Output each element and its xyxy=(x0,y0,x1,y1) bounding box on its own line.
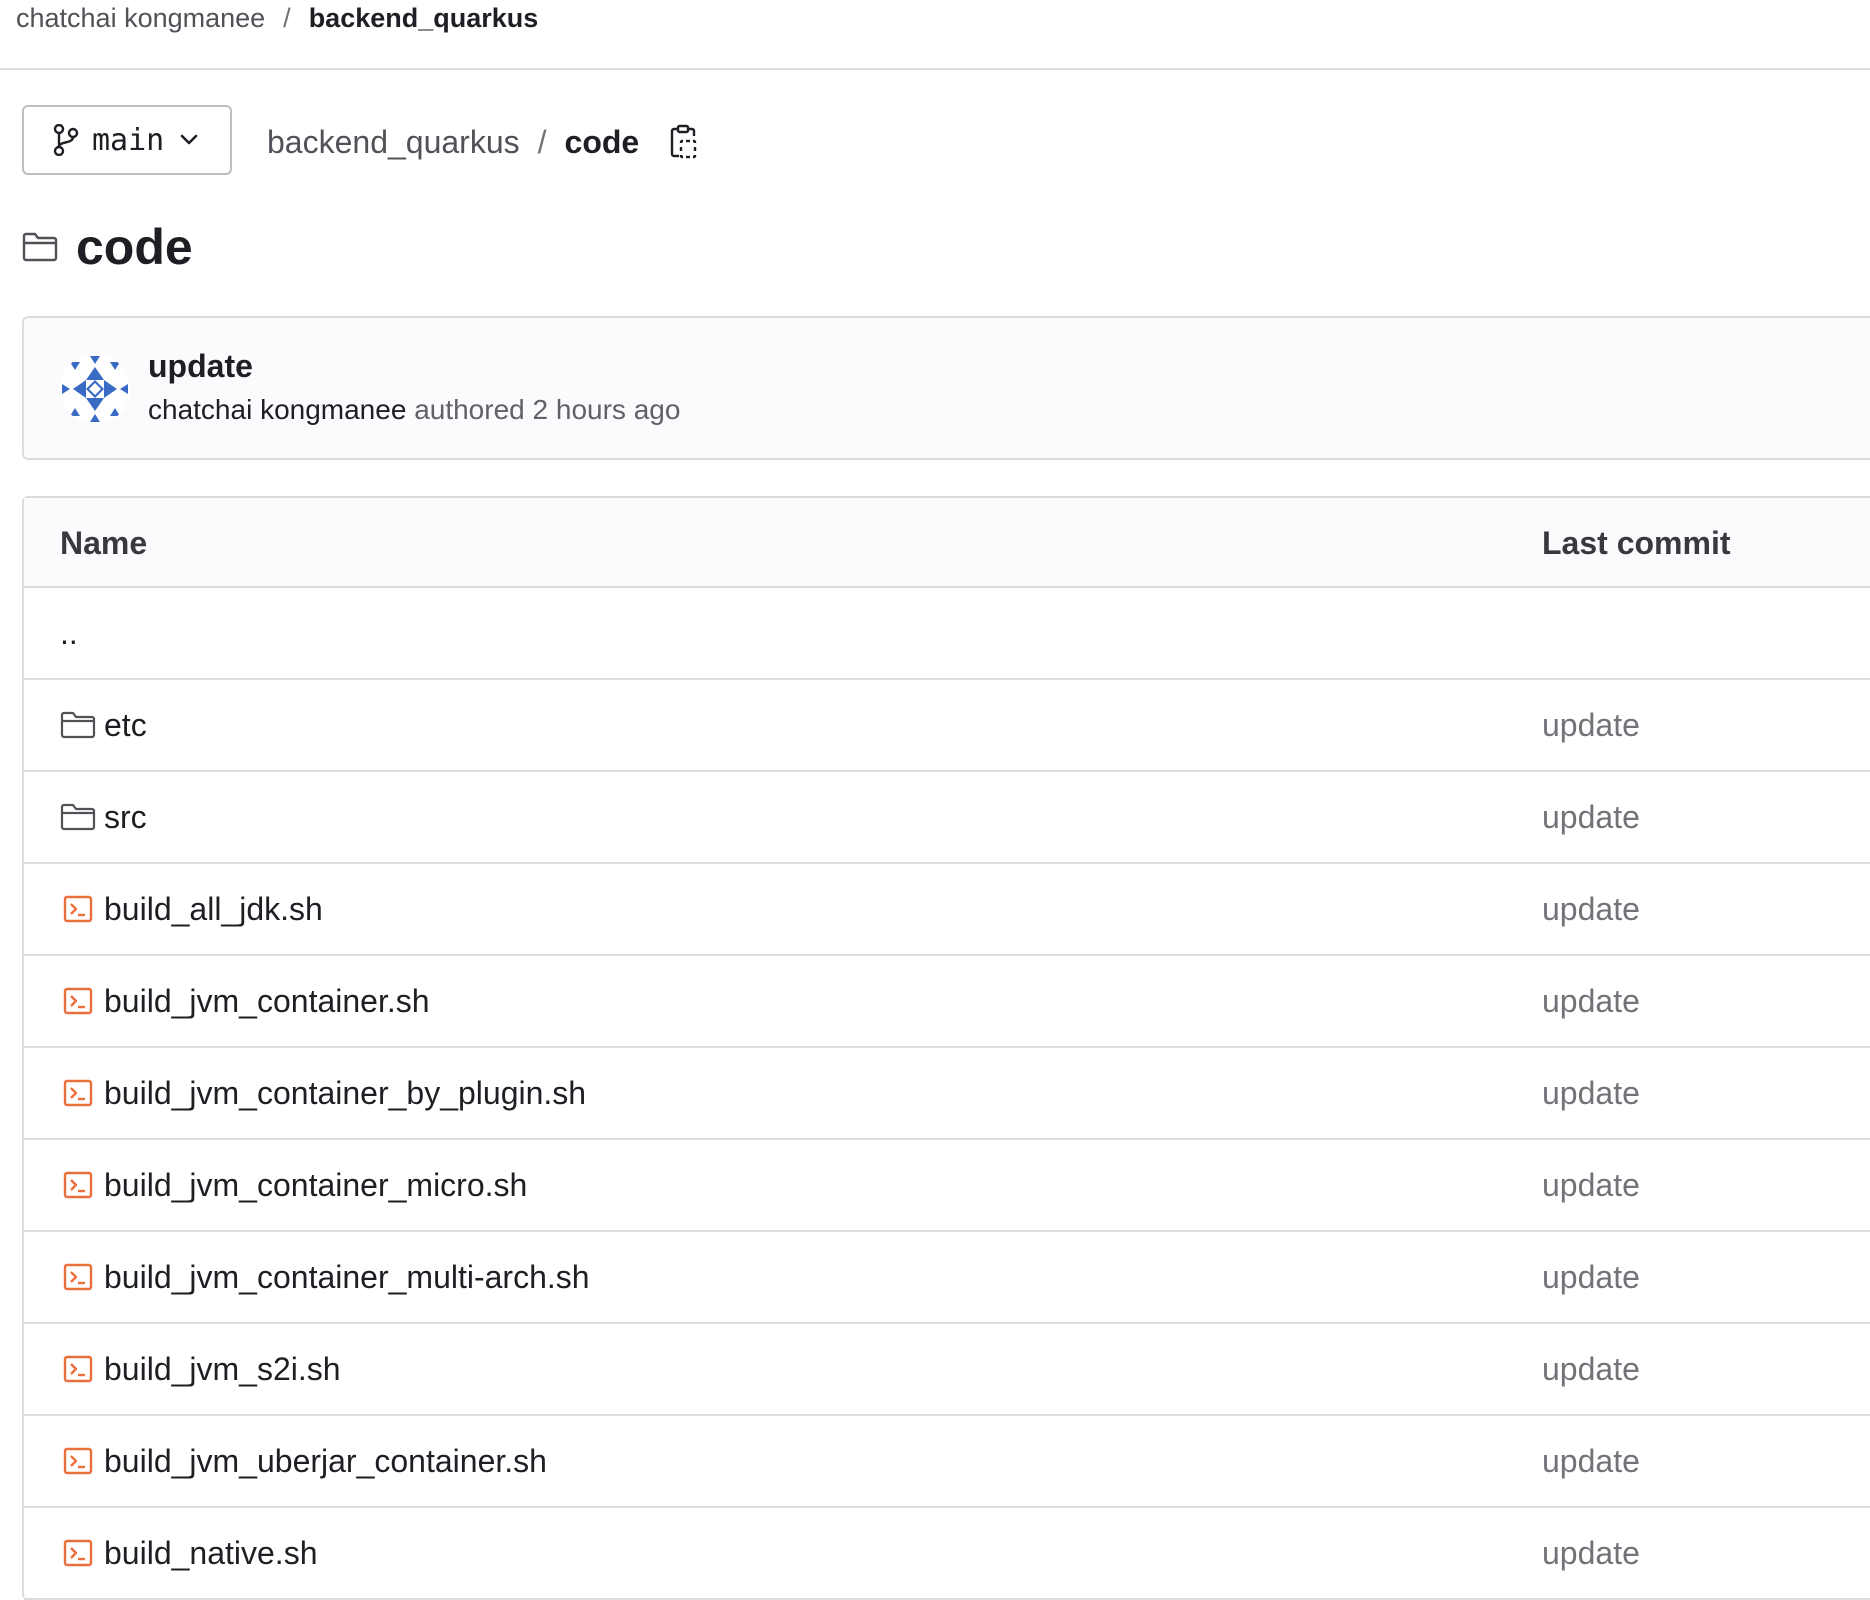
commit-meta: chatchai kongmanee authored 2 hours ago xyxy=(148,394,680,426)
last-commit-link[interactable]: update xyxy=(1542,680,1640,770)
file-name-link[interactable]: src xyxy=(60,772,147,862)
table-row[interactable]: build_jvm_container_micro.sh update xyxy=(24,1140,1870,1232)
column-header-name: Name xyxy=(60,525,148,561)
branch-name: main xyxy=(92,122,165,158)
last-commit-link[interactable]: update xyxy=(1542,1232,1640,1322)
terminal-file-icon xyxy=(60,1354,96,1384)
table-row[interactable]: build_jvm_container.sh update xyxy=(24,956,1870,1048)
file-name-link[interactable]: build_native.sh xyxy=(60,1508,317,1598)
commit-title-link[interactable]: update xyxy=(148,348,253,385)
path-current-dir: code xyxy=(564,124,640,160)
breadcrumb-separator: / xyxy=(283,3,291,33)
last-commit-panel: update chatchai kongmanee authored 2 hou… xyxy=(22,316,1870,460)
last-commit-link[interactable]: update xyxy=(1542,1324,1640,1414)
folder-icon xyxy=(60,802,96,832)
file-name-link[interactable]: build_jvm_uberjar_container.sh xyxy=(60,1416,547,1506)
table-header: Name Last commit xyxy=(24,498,1870,588)
file-path-breadcrumb: backend_quarkus / code xyxy=(267,118,699,166)
terminal-file-icon xyxy=(60,986,96,1016)
file-name-link[interactable]: build_jvm_container.sh xyxy=(60,956,430,1046)
table-row[interactable]: build_jvm_uberjar_container.sh update xyxy=(24,1416,1870,1508)
parent-directory-link[interactable]: .. xyxy=(60,588,78,678)
file-name: build_jvm_s2i.sh xyxy=(104,1350,341,1387)
path-separator: / xyxy=(537,124,547,160)
file-name: build_all_jdk.sh xyxy=(104,890,323,927)
file-name: etc xyxy=(104,706,147,743)
breadcrumb-owner-link[interactable]: chatchai kongmanee xyxy=(16,0,265,36)
terminal-file-icon xyxy=(60,1538,96,1568)
page-title: code xyxy=(76,219,193,275)
chevron-down-icon xyxy=(180,134,198,146)
commit-author-link[interactable]: chatchai kongmanee xyxy=(148,394,406,425)
copy-icon xyxy=(669,124,699,160)
file-name: build_jvm_container.sh xyxy=(104,982,430,1019)
file-tree-table: Name Last commit .. etc update src update bu… xyxy=(22,496,1870,1600)
file-name-link[interactable]: build_jvm_container_multi-arch.sh xyxy=(60,1232,590,1322)
commit-authored-label: authored xyxy=(414,394,525,425)
terminal-file-icon xyxy=(60,1446,96,1476)
file-name-link[interactable]: build_all_jdk.sh xyxy=(60,864,323,954)
file-name: build_jvm_uberjar_container.sh xyxy=(104,1442,547,1479)
folder-icon xyxy=(60,710,96,740)
copy-path-button[interactable] xyxy=(669,124,699,160)
file-name: build_native.sh xyxy=(104,1534,318,1571)
terminal-file-icon xyxy=(60,1262,96,1292)
top-breadcrumb: chatchai kongmanee / backend_quarkus xyxy=(0,0,1870,70)
table-row[interactable]: build_jvm_container_by_plugin.sh update xyxy=(24,1048,1870,1140)
parent-directory-row[interactable]: .. xyxy=(24,588,1870,680)
last-commit-link[interactable]: update xyxy=(1542,772,1640,862)
last-commit-link[interactable]: update xyxy=(1542,1508,1640,1598)
page-title-row: code xyxy=(22,215,193,279)
avatar[interactable] xyxy=(60,354,130,424)
file-name-link[interactable]: build_jvm_container_micro.sh xyxy=(60,1140,527,1230)
last-commit-link[interactable]: update xyxy=(1542,864,1640,954)
file-name-link[interactable]: build_jvm_s2i.sh xyxy=(60,1324,341,1414)
path-repo-link[interactable]: backend_quarkus xyxy=(267,118,520,166)
last-commit-link[interactable]: update xyxy=(1542,1416,1640,1506)
file-name: src xyxy=(104,798,147,835)
table-row[interactable]: src update xyxy=(24,772,1870,864)
terminal-file-icon xyxy=(60,894,96,924)
terminal-file-icon xyxy=(60,1170,96,1200)
file-name-link[interactable]: etc xyxy=(60,680,147,770)
file-name: build_jvm_container_multi-arch.sh xyxy=(104,1258,590,1295)
last-commit-link[interactable]: update xyxy=(1542,1048,1640,1138)
file-name: build_jvm_container_micro.sh xyxy=(104,1166,528,1203)
commit-time: 2 hours ago xyxy=(532,394,681,425)
table-row[interactable]: build_native.sh update xyxy=(24,1508,1870,1600)
table-row[interactable]: build_jvm_s2i.sh update xyxy=(24,1324,1870,1416)
folder-icon xyxy=(22,232,58,262)
last-commit-link[interactable]: update xyxy=(1542,956,1640,1046)
file-name: build_jvm_container_by_plugin.sh xyxy=(104,1074,587,1111)
branch-icon xyxy=(52,124,80,156)
branch-selector-button[interactable]: main xyxy=(22,105,232,175)
terminal-file-icon xyxy=(60,1078,96,1108)
table-row[interactable]: etc update xyxy=(24,680,1870,772)
column-header-last-commit: Last commit xyxy=(1542,525,1731,561)
table-row[interactable]: build_jvm_container_multi-arch.sh update xyxy=(24,1232,1870,1324)
file-name-link[interactable]: build_jvm_container_by_plugin.sh xyxy=(60,1048,586,1138)
breadcrumb-project-link[interactable]: backend_quarkus xyxy=(309,0,539,36)
table-row[interactable]: build_all_jdk.sh update xyxy=(24,864,1870,956)
last-commit-link[interactable]: update xyxy=(1542,1140,1640,1230)
